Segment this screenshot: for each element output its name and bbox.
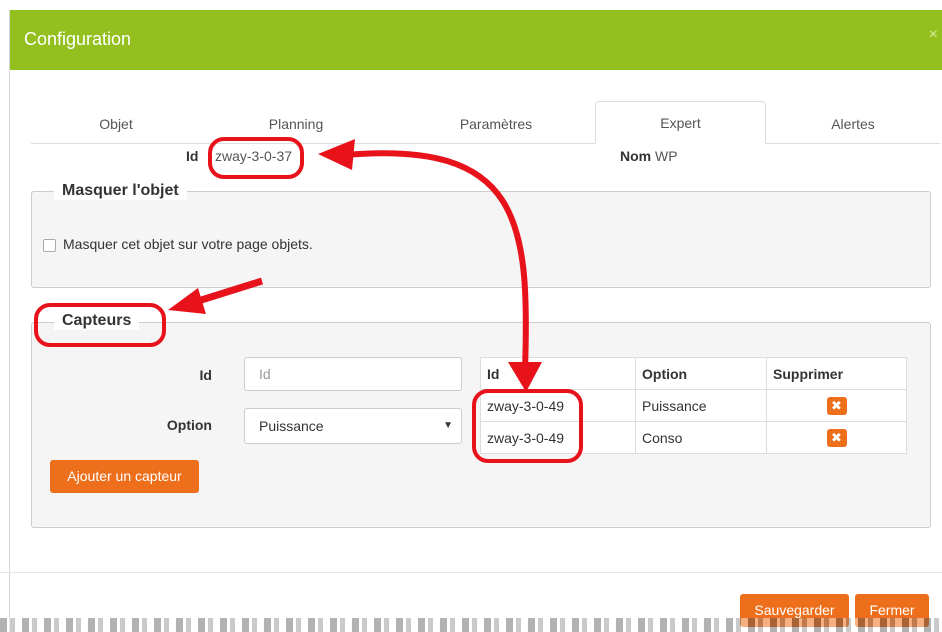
row-option: Puissance — [635, 389, 767, 422]
sensor-option-value: Puissance — [259, 418, 324, 434]
delete-icon[interactable]: ✖ — [826, 428, 847, 447]
add-sensor-button[interactable]: Ajouter un capteur — [50, 460, 199, 493]
sensors-table-header: Id Option Supprimer — [480, 357, 907, 390]
id-label: Id — [186, 148, 199, 164]
header-delete: Supprimer — [766, 357, 907, 390]
dropdown-caret-icon: ▼ — [443, 420, 453, 431]
configuration-modal: Configuration × Objet Planning Paramètre… — [9, 10, 942, 632]
row-id: zway-3-0-49 — [480, 421, 636, 454]
tab-parametres[interactable]: Paramètres — [401, 105, 591, 143]
sensor-id-input[interactable]: Id — [244, 357, 462, 391]
hide-object-checkbox[interactable] — [43, 239, 56, 252]
close-icon[interactable]: × — [929, 26, 938, 44]
tab-alertes[interactable]: Alertes — [766, 105, 940, 143]
tab-planning[interactable]: Planning — [201, 105, 391, 143]
tab-expert[interactable]: Expert — [595, 101, 766, 144]
sensor-option-select[interactable]: Puissance ▼ — [244, 408, 462, 444]
row-delete-cell: ✖ — [766, 421, 907, 454]
row-id: zway-3-0-49 — [480, 389, 636, 422]
hide-object-legend: Masquer l'objet — [54, 182, 187, 200]
tab-bar: Objet Planning Paramètres Expert Alertes — [31, 90, 940, 144]
tab-divider — [31, 143, 940, 144]
tab-objet[interactable]: Objet — [31, 105, 201, 143]
sensors-table: Id Option Supprimer zway-3-0-49 Puissanc… — [480, 357, 907, 454]
modal-title: Configuration — [24, 29, 132, 49]
row-option: Conso — [635, 421, 767, 454]
sensor-id-label: Id — [199, 367, 212, 383]
id-value: zway-3-0-37 — [215, 148, 293, 164]
delete-icon[interactable]: ✖ — [826, 396, 847, 415]
sensor-option-label: Option — [166, 417, 212, 433]
hide-object-checkbox-label: Masquer cet objet sur votre page objets. — [63, 236, 313, 252]
table-row: zway-3-0-49 Puissance ✖ — [480, 389, 907, 422]
header-option: Option — [635, 357, 767, 390]
row-delete-cell: ✖ — [766, 389, 907, 422]
footer-divider — [0, 572, 942, 573]
table-row: zway-3-0-49 Conso ✖ — [480, 421, 907, 454]
sensors-legend: Capteurs — [54, 312, 140, 330]
name-value: WP — [655, 148, 678, 164]
header-id: Id — [480, 357, 636, 390]
name-label: Nom — [620, 148, 652, 164]
modal-header: Configuration × — [10, 10, 942, 70]
torn-edge — [0, 618, 942, 632]
